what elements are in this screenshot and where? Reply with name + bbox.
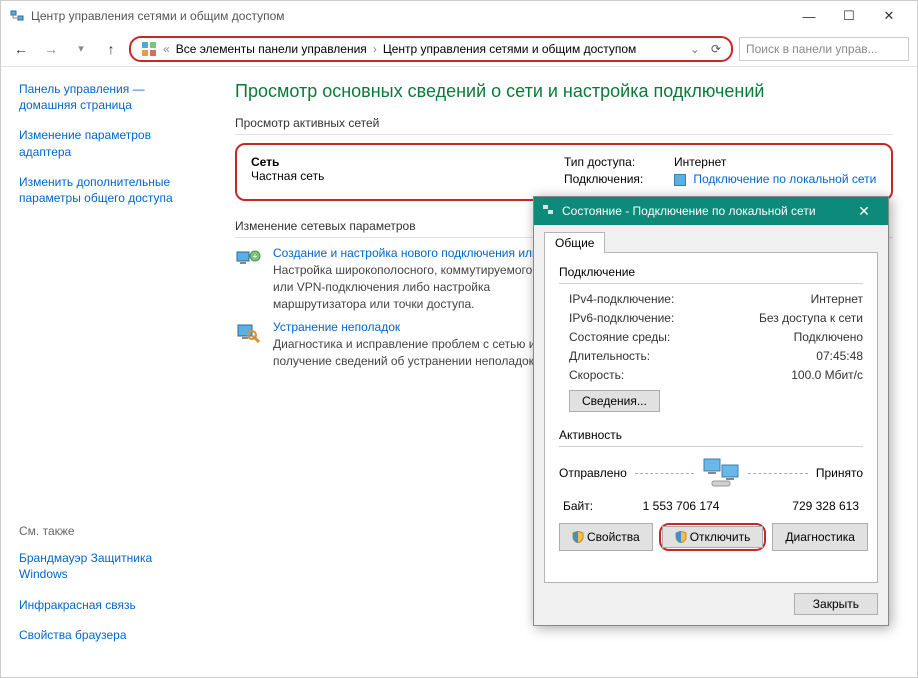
address-bar[interactable]: « Все элементы панели управления › Центр…	[129, 36, 733, 62]
dialog-icon	[542, 204, 556, 218]
troubleshoot-link[interactable]: Устранение неполадок	[273, 320, 400, 334]
disable-button[interactable]: Отключить	[662, 526, 764, 548]
breadcrumb-sep: ›	[373, 42, 377, 56]
sidebar-firewall-link[interactable]: Брандмауэр Защитника Windows	[19, 550, 199, 582]
speed-label: Скорость:	[569, 368, 624, 382]
search-input[interactable]: Поиск в панели управ...	[739, 37, 909, 61]
search-placeholder: Поиск в панели управ...	[746, 42, 878, 56]
sidebar-infrared-link[interactable]: Инфракрасная связь	[19, 597, 199, 613]
diagnostics-button[interactable]: Диагностика	[772, 523, 868, 551]
computers-icon	[702, 457, 740, 489]
active-network-box: Сеть Частная сеть Тип доступа: Интернет …	[235, 143, 893, 201]
shield-icon	[675, 531, 687, 543]
navbar: ← → ▾ ↑ « Все элементы панели управления…	[1, 31, 917, 67]
access-type-label: Тип доступа:	[564, 155, 664, 169]
sidebar-sharing-link[interactable]: Изменить дополнительные параметры общего…	[19, 174, 193, 206]
duration-label: Длительность:	[569, 349, 650, 363]
breadcrumb-prefix: «	[163, 42, 170, 56]
maximize-button[interactable]: ☐	[829, 2, 869, 30]
access-type-value: Интернет	[674, 155, 726, 169]
forward-button[interactable]: →	[39, 37, 63, 61]
dialog-title: Состояние - Подключение по локальной сет…	[562, 204, 816, 218]
recv-label: Принято	[816, 466, 863, 480]
ipv4-label: IPv4-подключение:	[569, 292, 674, 306]
sent-bytes: 1 553 706 174	[626, 499, 736, 513]
network-type: Частная сеть	[251, 169, 564, 183]
ipv4-value: Интернет	[811, 292, 863, 306]
details-button[interactable]: Сведения...	[569, 390, 660, 412]
page-heading: Просмотр основных сведений о сети и наст…	[235, 81, 893, 102]
network-name: Сеть	[251, 155, 564, 169]
dialog-titlebar[interactable]: Состояние - Подключение по локальной сет…	[534, 197, 888, 225]
properties-button-label: Свойства	[587, 530, 640, 544]
close-dialog-button[interactable]: Закрыть	[794, 593, 878, 615]
breadcrumb-item-2[interactable]: Центр управления сетями и общим доступом	[383, 42, 637, 56]
address-dropdown[interactable]: ⌄	[685, 42, 705, 56]
duration-value: 07:45:48	[816, 349, 863, 363]
app-icon	[9, 8, 25, 24]
sidebar-browser-link[interactable]: Свойства браузера	[19, 627, 199, 643]
tab-general[interactable]: Общие	[544, 232, 605, 253]
activity-section-label: Активность	[559, 428, 863, 442]
control-panel-icon	[141, 41, 157, 57]
media-label: Состояние среды:	[569, 330, 670, 344]
recv-bytes: 729 328 613	[769, 499, 859, 513]
speed-value: 100.0 Мбит/с	[791, 368, 863, 382]
sent-label: Отправлено	[559, 466, 627, 480]
properties-button[interactable]: Свойства	[559, 523, 653, 551]
connections-label: Подключения:	[564, 172, 664, 186]
media-value: Подключено	[794, 330, 863, 344]
minimize-button[interactable]: —	[789, 2, 829, 30]
see-also-label: См. также	[19, 524, 199, 538]
breadcrumb-item-1[interactable]: Все элементы панели управления	[176, 42, 367, 56]
connection-link[interactable]: Подключение по локальной сети	[693, 172, 876, 186]
history-dropdown[interactable]: ▾	[69, 37, 93, 61]
connection-icon	[674, 174, 686, 186]
refresh-button[interactable]: ⟳	[711, 42, 721, 56]
new-connection-icon: +	[235, 246, 263, 274]
back-button[interactable]: ←	[9, 37, 33, 61]
svg-text:+: +	[253, 252, 258, 261]
dialog-close-button[interactable]: ✕	[848, 199, 880, 223]
status-dialog: Состояние - Подключение по локальной сет…	[533, 196, 889, 626]
troubleshoot-icon	[235, 320, 263, 348]
shield-icon	[572, 531, 584, 543]
sidebar-home-link[interactable]: Панель управления — домашняя страница	[19, 81, 193, 113]
ipv6-label: IPv6-подключение:	[569, 311, 674, 325]
disable-button-highlight: Отключить	[659, 523, 767, 551]
bytes-label: Байт:	[563, 499, 593, 513]
disable-button-label: Отключить	[690, 530, 751, 544]
window-title: Центр управления сетями и общим доступом	[31, 9, 285, 23]
up-button[interactable]: ↑	[99, 37, 123, 61]
sidebar-adapter-link[interactable]: Изменение параметров адаптера	[19, 127, 193, 159]
troubleshoot-desc: Диагностика и исправление проблем с сеть…	[273, 336, 553, 370]
titlebar: Центр управления сетями и общим доступом…	[1, 1, 917, 31]
close-button[interactable]: ✕	[869, 2, 909, 30]
active-networks-label: Просмотр активных сетей	[235, 116, 893, 130]
connection-section-label: Подключение	[559, 265, 863, 279]
sidebar: Панель управления — домашняя страница Из…	[1, 67, 211, 677]
ipv6-value: Без доступа к сети	[759, 311, 863, 325]
new-connection-desc: Настройка широкополосного, коммутируемог…	[273, 262, 553, 312]
new-connection-link[interactable]: Создание и настройка нового подключения …	[273, 246, 567, 260]
